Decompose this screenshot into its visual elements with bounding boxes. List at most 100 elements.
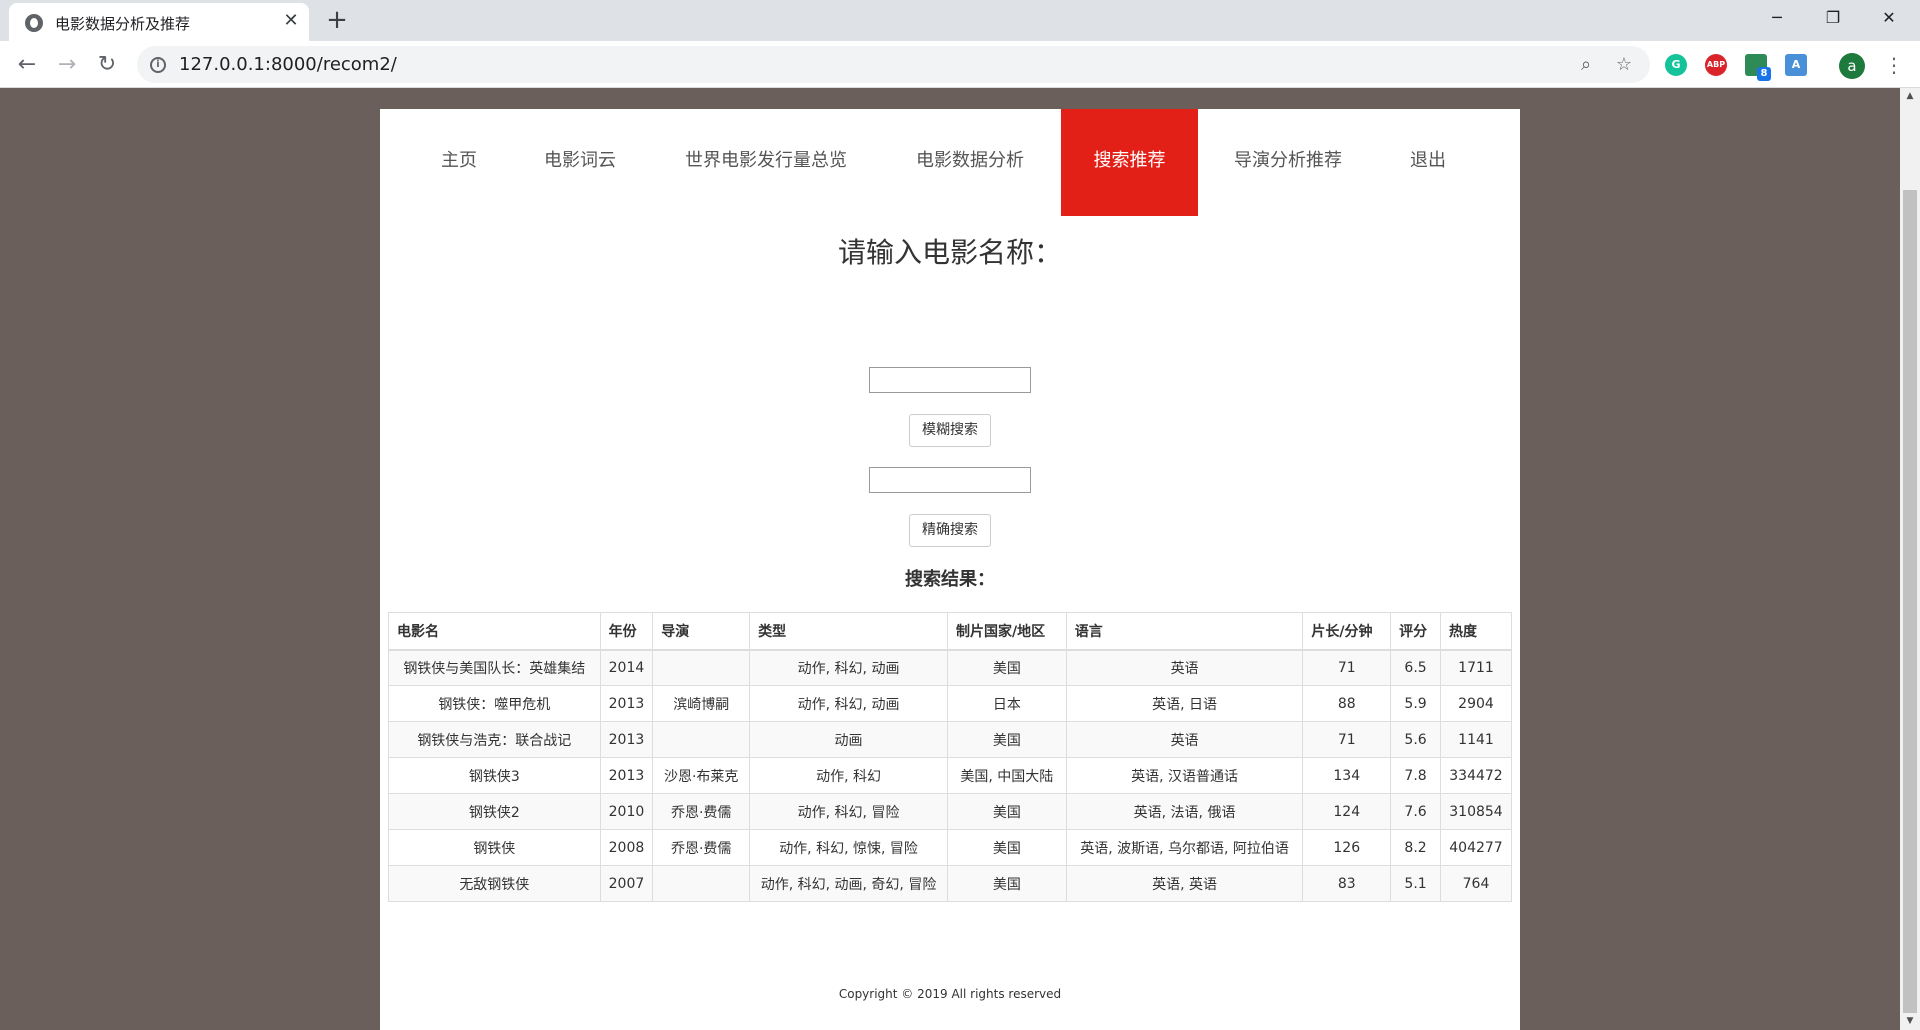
table-row: 钢铁侠：噬甲危机 2013 滨崎博嗣 动作, 科幻, 动画 日本 英语, 日语 … [388, 685, 1513, 722]
cell-language: 英语, 汉语普通话 [1065, 757, 1304, 794]
scroll-thumb[interactable] [1903, 190, 1917, 1013]
cell-title: 钢铁侠 [388, 829, 601, 866]
cell-genre: 动画 [749, 721, 948, 758]
cell-popularity: 310854 [1439, 793, 1513, 830]
cell-title: 无敌钢铁侠 [388, 865, 601, 902]
table-row: 钢铁侠2 2010 乔恩·费儒 动作, 科幻, 冒险 美国 英语, 法语, 俄语… [388, 793, 1513, 830]
cell-language: 英语 [1065, 649, 1304, 686]
cell-country: 日本 [946, 685, 1067, 722]
cell-rating: 6.5 [1390, 649, 1441, 686]
cell-country: 美国 [946, 865, 1067, 902]
cell-director: 乔恩·费儒 [652, 793, 751, 830]
url-text[interactable]: 127.0.0.1:8000/recom2/ [179, 54, 397, 75]
cell-genre: 动作, 科幻, 惊悚, 冒险 [749, 829, 948, 866]
cell-year: 2008 [599, 829, 654, 866]
nav-item-world-release[interactable]: 世界电影发行量总览 [685, 109, 847, 216]
forward-arrow-icon[interactable]: → [51, 49, 83, 81]
cell-genre: 动作, 科幻 [749, 757, 948, 794]
nav-item-data-analysis[interactable]: 电影数据分析 [916, 109, 1024, 216]
info-icon[interactable]: i [150, 57, 166, 73]
table-header-row: 电影名 年份 导演 类型 制片国家/地区 语言 片长/分钟 评分 热度 [388, 612, 1513, 651]
table-row: 钢铁侠与浩克：联合战记 2013 动画 美国 英语 71 5.6 1141 [388, 721, 1513, 758]
cell-runtime: 71 [1302, 649, 1392, 686]
cell-runtime: 134 [1302, 757, 1392, 794]
cell-country: 美国 [946, 721, 1067, 758]
results-table: 电影名 年份 导演 类型 制片国家/地区 语言 片长/分钟 评分 热度 钢铁侠与… [388, 612, 1513, 902]
header-rating: 评分 [1390, 612, 1441, 651]
cell-genre: 动作, 科幻, 动画 [749, 685, 948, 722]
cell-director: 沙恩·布莱克 [652, 757, 751, 794]
header-genre: 类型 [749, 612, 948, 651]
search-prompt: 请输入电影名称： [837, 236, 1062, 269]
header-runtime: 片长/分钟 [1302, 612, 1392, 651]
header-language: 语言 [1065, 612, 1304, 651]
scroll-down-arrow-icon[interactable]: ▼ [1900, 1013, 1920, 1030]
cell-rating: 5.9 [1390, 685, 1441, 722]
cell-runtime: 88 [1302, 685, 1392, 722]
cell-genre: 动作, 科幻, 动画, 奇幻, 冒险 [749, 865, 948, 902]
browser-tab-strip: 电影数据分析及推荐 ✕ + ─ ❐ ✕ [0, 0, 1920, 41]
nav-item-wordcloud[interactable]: 电影词云 [544, 109, 616, 216]
tab-close-icon[interactable]: ✕ [280, 10, 302, 32]
cell-language: 英语 [1065, 721, 1304, 758]
cell-runtime: 126 [1302, 829, 1392, 866]
table-row: 钢铁侠3 2013 沙恩·布莱克 动作, 科幻 美国, 中国大陆 英语, 汉语普… [388, 757, 1513, 794]
cell-language: 英语, 日语 [1065, 685, 1304, 722]
cell-rating: 5.1 [1390, 865, 1441, 902]
exact-search-input[interactable] [869, 467, 1031, 493]
translate-icon[interactable]: A [1785, 54, 1807, 76]
cell-year: 2013 [599, 721, 654, 758]
nav-item-director-analysis[interactable]: 导演分析推荐 [1234, 109, 1342, 216]
profile-avatar[interactable]: a [1839, 53, 1865, 79]
cell-country: 美国 [946, 793, 1067, 830]
cell-title: 钢铁侠与美国队长：英雄集结 [388, 649, 601, 686]
page-container: 主页 电影词云 世界电影发行量总览 电影数据分析 搜索推荐 导演分析推荐 退出 … [380, 109, 1520, 1030]
exact-search-button[interactable]: 精确搜索 [909, 514, 991, 547]
grammarly-icon[interactable]: G [1665, 54, 1687, 76]
maximize-button[interactable]: ❐ [1805, 0, 1861, 36]
back-arrow-icon[interactable]: ← [11, 49, 43, 81]
cell-popularity: 334472 [1439, 757, 1513, 794]
address-bar[interactable]: i 127.0.0.1:8000/recom2/ ⌕ ☆ [137, 46, 1650, 83]
cell-year: 2013 [599, 757, 654, 794]
menu-dots-icon[interactable]: ⋮ [1884, 51, 1904, 79]
cell-title: 钢铁侠：噬甲危机 [388, 685, 601, 722]
copyright-text: Copyright © 2019 All rights reserved [838, 987, 1062, 1001]
zoom-icon[interactable]: ⌕ [1573, 52, 1599, 78]
table-row: 无敌钢铁侠 2007 动作, 科幻, 动画, 奇幻, 冒险 美国 英语, 英语 … [388, 865, 1513, 902]
cell-title: 钢铁侠与浩克：联合战记 [388, 721, 601, 758]
header-title: 电影名 [388, 612, 601, 651]
scroll-up-arrow-icon[interactable]: ▲ [1900, 88, 1920, 105]
extension-badge: 8 [1757, 67, 1771, 81]
cell-runtime: 71 [1302, 721, 1392, 758]
new-tab-button[interactable]: + [322, 6, 352, 36]
adblock-icon[interactable]: ABP [1705, 54, 1727, 76]
cell-director [652, 865, 751, 902]
reload-icon[interactable]: ↻ [91, 49, 123, 81]
browser-toolbar: ← → ↻ i 127.0.0.1:8000/recom2/ ⌕ ☆ G ABP… [0, 41, 1920, 88]
globe-icon [25, 14, 43, 32]
cell-country: 美国 [946, 649, 1067, 686]
cell-rating: 7.6 [1390, 793, 1441, 830]
cell-language: 英语, 英语 [1065, 865, 1304, 902]
header-country: 制片国家/地区 [946, 612, 1067, 651]
nav-item-logout[interactable]: 退出 [1410, 109, 1446, 216]
fuzzy-search-input[interactable] [869, 367, 1031, 393]
nav-item-search-recommend[interactable]: 搜索推荐 [1061, 109, 1198, 216]
cell-rating: 8.2 [1390, 829, 1441, 866]
header-year: 年份 [599, 612, 654, 651]
bookmark-star-icon[interactable]: ☆ [1611, 52, 1637, 78]
cell-director [652, 721, 751, 758]
cell-popularity: 764 [1439, 865, 1513, 902]
page-scrollbar[interactable]: ▲ ▼ [1900, 88, 1920, 1030]
browser-tab[interactable]: 电影数据分析及推荐 ✕ [9, 3, 309, 41]
cell-title: 钢铁侠3 [388, 757, 601, 794]
fuzzy-search-button[interactable]: 模糊搜索 [909, 414, 991, 447]
cell-country: 美国, 中国大陆 [946, 757, 1067, 794]
nav-item-home[interactable]: 主页 [441, 109, 477, 216]
cell-popularity: 404277 [1439, 829, 1513, 866]
cell-title: 钢铁侠2 [388, 793, 601, 830]
minimize-button[interactable]: ─ [1749, 0, 1805, 36]
table-row: 钢铁侠 2008 乔恩·费儒 动作, 科幻, 惊悚, 冒险 美国 英语, 波斯语… [388, 829, 1513, 866]
close-window-button[interactable]: ✕ [1861, 0, 1917, 36]
